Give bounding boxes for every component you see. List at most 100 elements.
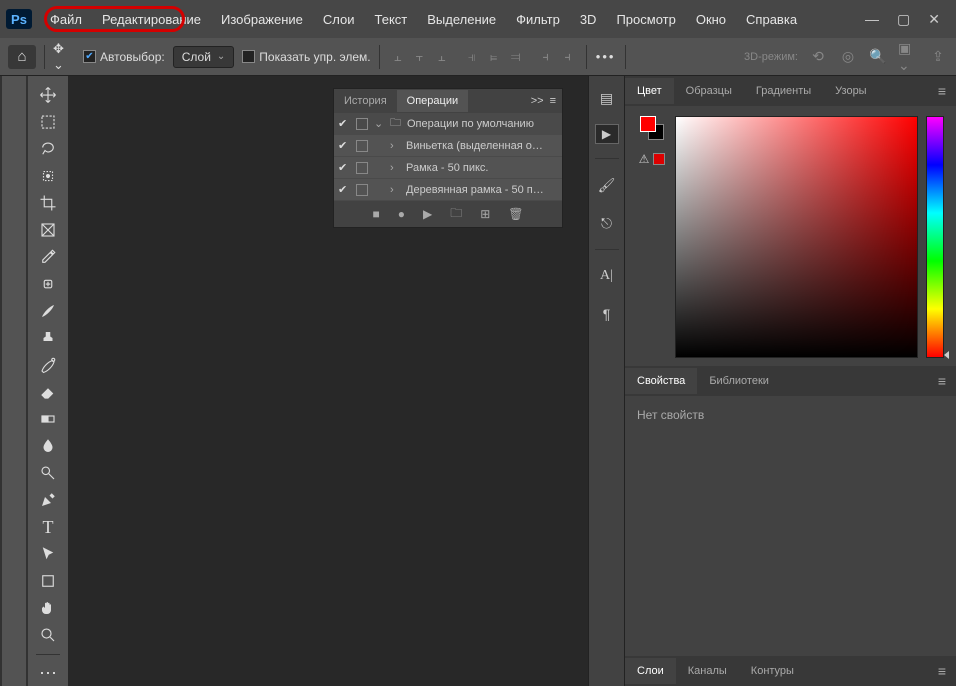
magic-wand-tool[interactable] [33,163,63,188]
folder-icon: 🗀 [390,114,401,133]
blur-tool[interactable] [33,434,63,459]
tab-paths[interactable]: Контуры [739,658,806,684]
properties-panel-header: Свойства Библиотеки ≡ [625,366,956,396]
share-icon[interactable]: ⇪ [928,47,948,67]
frame-tool[interactable] [33,217,63,242]
align-top-icon[interactable]: ⫠ [388,47,408,67]
action-row[interactable]: ✔› Виньетка (выделенная о… [334,135,562,157]
tab-patterns[interactable]: Узоры [823,78,878,104]
autoselect-checkbox[interactable]: ✔Автовыбор: [83,50,165,64]
trash-icon[interactable]: 🗑 [508,207,523,221]
gamut-warning[interactable]: ⚠ [639,152,666,166]
maximize-icon[interactable]: ▢ [897,11,910,28]
shape-tool[interactable] [33,569,63,594]
layers-panel-menu-icon[interactable]: ≡ [928,663,956,679]
align-vcenter-icon[interactable]: ⫟ [410,47,430,67]
hand-tool[interactable] [33,596,63,621]
menu-3d[interactable]: 3D [570,7,607,32]
tab-swatches[interactable]: Образцы [674,78,744,104]
menu-layers[interactable]: Слои [313,7,365,32]
tab-channels[interactable]: Каналы [676,658,739,684]
show-controls-checkbox[interactable]: ✔Показать упр. элем. [242,50,370,64]
menu-view[interactable]: Просмотр [606,7,685,32]
brush-settings-icon[interactable]: ⎋ [595,211,619,235]
lasso-tool[interactable] [33,136,63,161]
new-action-icon[interactable]: ⊞ [480,207,490,221]
app-logo: Ps [6,9,32,29]
new-set-icon[interactable]: 🗀 [450,204,462,225]
menu-window[interactable]: Окно [686,7,736,32]
tab-libraries[interactable]: Библиотеки [697,368,781,394]
menu-file[interactable]: Файл [40,7,92,32]
menu-text[interactable]: Текст [365,7,418,32]
marquee-tool[interactable] [33,109,63,134]
align-bottom-icon[interactable]: ⫠ [432,47,452,67]
tab-properties[interactable]: Свойства [625,368,697,394]
move-tool[interactable] [33,82,63,107]
record-icon[interactable]: ● [398,207,405,221]
gradient-tool[interactable] [33,407,63,432]
action-row[interactable]: ✔› Деревянная рамка - 50 п… [334,179,562,201]
tab-layers[interactable]: Слои [625,658,676,684]
menu-edit[interactable]: Редактирование [92,7,211,32]
align-right-icon[interactable]: ⫤ [506,47,526,67]
hue-slider[interactable] [926,116,944,358]
tab-color[interactable]: Цвет [625,78,674,104]
eraser-tool[interactable] [33,380,63,405]
dialog-toggle-icon[interactable] [356,118,368,130]
move-tool-icon[interactable]: ✥ ⌄ [53,46,75,68]
tools-panel: T ⋯ [28,76,68,686]
autoselect-target-select[interactable]: Слой [173,46,235,68]
paragraph-panel-icon[interactable]: ¶ [595,302,619,326]
history-brush-tool[interactable] [33,352,63,377]
color-panel-menu-icon[interactable]: ≡ [928,83,956,99]
color-panel-body: ⚠ [625,106,956,366]
actions-group-row[interactable]: ✔ ⌄ 🗀 Операции по умолчанию [334,113,562,135]
foreground-background-swatch[interactable] [640,116,664,140]
stop-icon[interactable]: ■ [372,207,379,221]
home-button[interactable]: ⌂ [8,45,36,69]
check-icon[interactable]: ✔ [338,117,350,130]
history-panel-icon[interactable]: ▤ [595,86,619,110]
align-left-icon[interactable]: ⫣ [462,47,482,67]
more-options-icon[interactable]: ••• [595,46,617,68]
dodge-tool[interactable] [33,461,63,486]
menu-select[interactable]: Выделение [417,7,506,32]
character-panel-icon[interactable]: A| [595,264,619,288]
expand-icon[interactable]: ⌄ [374,117,384,130]
menu-bar: Ps Файл Редактирование Изображение Слои … [0,0,956,38]
minimize-icon[interactable]: — [865,11,879,28]
workspace-icon[interactable]: ▣ ⌄ [898,47,918,67]
close-icon[interactable]: ✕ [928,11,940,28]
distribute-v-icon[interactable]: ⫞ [558,47,578,67]
edit-toolbar-icon[interactable]: ⋯ [33,661,63,686]
align-hcenter-icon[interactable]: ⫢ [484,47,504,67]
stamp-tool[interactable] [33,325,63,350]
play-icon[interactable]: ▶ [423,207,432,221]
actions-play-icon[interactable]: ▶ [595,124,619,144]
brush-tool[interactable] [33,298,63,323]
type-tool[interactable]: T [33,515,63,540]
panel-menu-icon[interactable]: ≡ [550,95,556,107]
color-field[interactable] [675,116,918,358]
action-row[interactable]: ✔› Рамка - 50 пикс. [334,157,562,179]
properties-panel-menu-icon[interactable]: ≡ [928,373,956,389]
pan-3d-icon[interactable]: ◎ [838,47,858,67]
tab-gradients[interactable]: Градиенты [744,78,823,104]
eyedropper-tool[interactable] [33,244,63,269]
distribute-h-icon[interactable]: ⫞ [536,47,556,67]
path-select-tool[interactable] [33,542,63,567]
pen-tool[interactable] [33,488,63,513]
orbit-icon[interactable]: ⟲ [808,47,828,67]
brushes-panel-icon[interactable]: 🖌 [595,173,619,197]
zoom-tool[interactable] [33,623,63,648]
collapse-icon[interactable]: >> [531,95,544,107]
search-icon[interactable]: 🔍 [868,47,888,67]
tab-actions[interactable]: Операции [397,90,468,112]
tab-history[interactable]: История [334,90,397,112]
menu-filter[interactable]: Фильтр [506,7,570,32]
healing-tool[interactable] [33,271,63,296]
crop-tool[interactable] [33,190,63,215]
menu-help[interactable]: Справка [736,7,807,32]
menu-image[interactable]: Изображение [211,7,313,32]
